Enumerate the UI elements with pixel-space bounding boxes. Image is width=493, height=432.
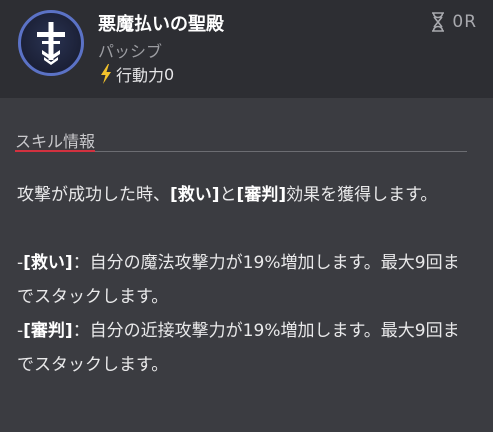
effect-judgment: -[審判]：自分の近接攻撃力が19%増加します。最大9回までスタックします。 [17,321,460,375]
section-accent-line [15,150,95,152]
skill-name: 悪魔払いの聖殿 [98,14,224,35]
effect-judgment-tag: [審判] [23,321,73,341]
skill-header: 悪魔払いの聖殿 パッシブ 行動力 0 0 R [0,0,493,98]
effect-salvation-tag: [救い] [23,253,73,273]
effect-salvation: -[救い]：自分の魔法攻撃力が19%増加します。最大9回までスタックします。 [17,253,460,307]
section-title: スキル情報 [15,132,96,151]
tag-judgment: [審判] [236,185,287,205]
tag-salvation: [救い] [170,185,220,205]
description-intro: 攻撃が成功した時、[救い]と[審判]効果を獲得します。 [17,185,438,205]
cooldown: 0 R [430,10,477,34]
hourglass-icon [432,12,445,32]
action-cost: 行動力 0 [99,63,174,85]
holy-cross-icon [18,10,84,76]
cooldown-unit: R [464,12,477,32]
lightning-icon [101,64,111,84]
skill-type: パッシブ [98,42,163,61]
action-value: 0 [164,64,175,84]
action-label: 行動力 [116,66,165,85]
skill-description: 攻撃が成功した時、[救い]と[審判]効果を獲得します。 -[救い]：自分の魔法攻… [17,178,467,382]
cooldown-value: 0 [452,12,465,32]
